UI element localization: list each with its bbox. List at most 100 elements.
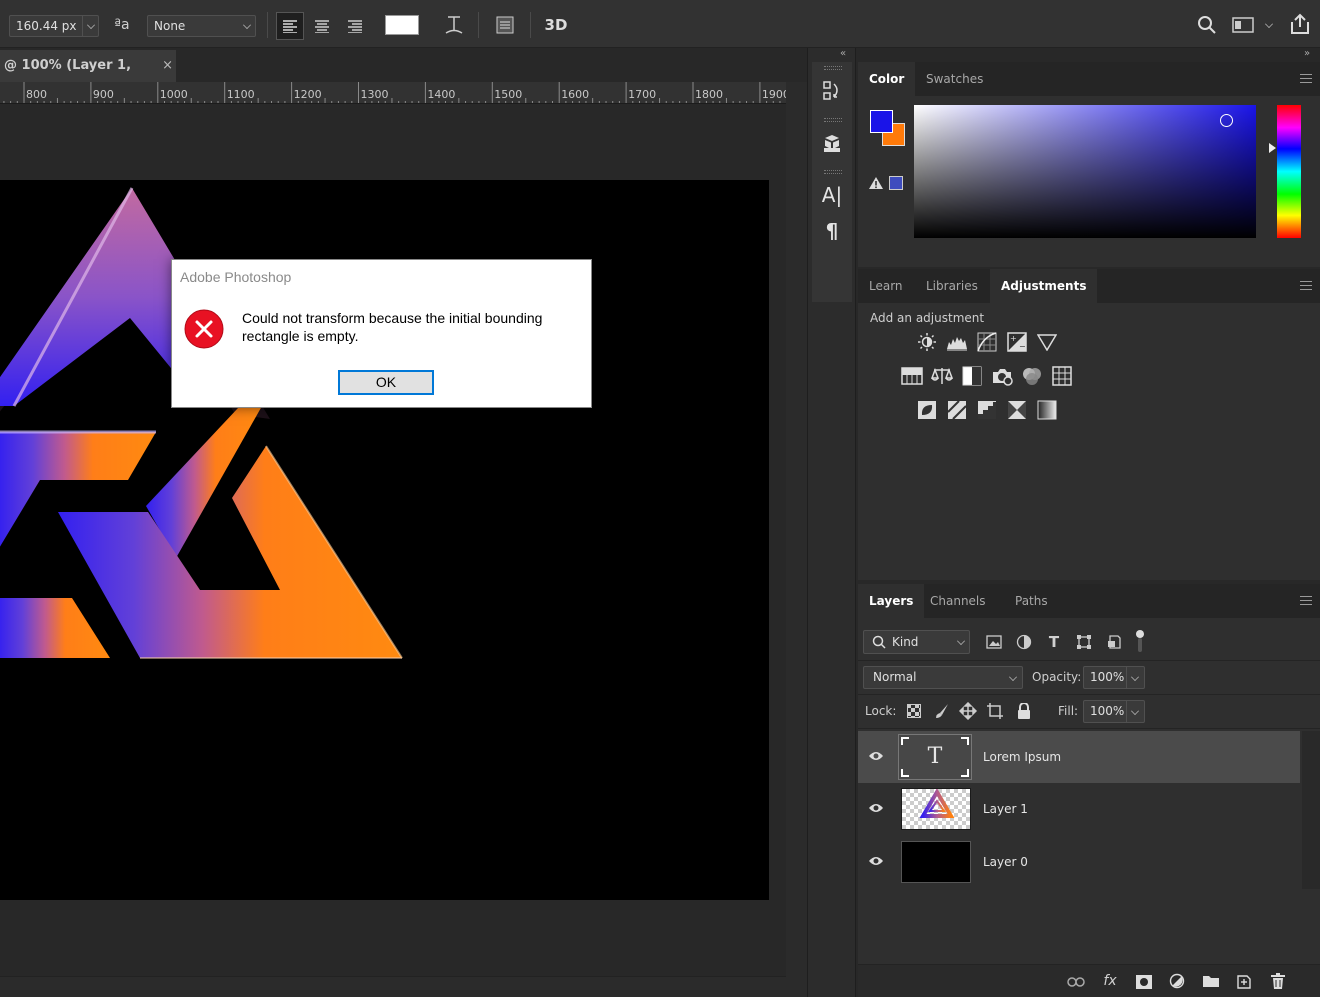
tab-learn[interactable]: Learn <box>858 269 914 303</box>
grip-handle[interactable] <box>824 66 842 70</box>
vibrance-icon[interactable] <box>1036 331 1058 353</box>
lock-image-pixels-icon[interactable] <box>931 700 953 722</box>
brightness-contrast-icon[interactable] <box>916 331 938 353</box>
3d-panel-icon[interactable] <box>820 130 844 156</box>
gamut-swatch[interactable] <box>889 176 903 190</box>
color-lookup-icon[interactable] <box>1051 365 1073 387</box>
warp-text-button[interactable] <box>442 12 466 38</box>
opacity-field[interactable]: 100% <box>1083 666 1145 689</box>
share-button[interactable] <box>1287 10 1313 38</box>
layer-name[interactable]: Layer 1 <box>983 783 1028 835</box>
ok-button[interactable]: OK <box>338 370 434 395</box>
layer-row-layer-0[interactable]: Layer 0 <box>858 836 1300 888</box>
grip-handle[interactable] <box>824 118 842 122</box>
fill-field[interactable]: 100% <box>1083 700 1145 723</box>
document-tab[interactable]: @ 100% (Layer 1, RGB/8) × <box>0 50 176 105</box>
color-picker-marker[interactable] <box>1220 114 1233 127</box>
history-icon[interactable] <box>820 78 844 104</box>
character-icon[interactable]: A| <box>820 182 844 208</box>
visibility-eye-icon[interactable] <box>868 855 884 867</box>
text-color-swatch[interactable] <box>385 15 419 35</box>
tab-layers[interactable]: Layers <box>858 584 925 618</box>
layer-filter-kind-select[interactable]: Kind <box>863 630 970 654</box>
panel-menu-icon[interactable] <box>1300 281 1312 290</box>
chevron-down-icon[interactable] <box>1131 673 1139 681</box>
align-left-button[interactable] <box>276 12 304 40</box>
layer-name[interactable]: Lorem Ipsum <box>983 731 1061 783</box>
align-center-button[interactable] <box>308 12 336 40</box>
ruler-tick-label: 900 <box>93 88 114 101</box>
filter-adjustment-icon[interactable] <box>1013 631 1035 653</box>
filter-kind-value: Kind <box>892 635 919 649</box>
posterize-icon[interactable] <box>946 399 968 421</box>
curves-icon[interactable] <box>976 331 998 353</box>
add-mask-icon[interactable] <box>1133 971 1155 993</box>
chevron-down-icon[interactable] <box>1265 20 1273 28</box>
channel-mixer-icon[interactable] <box>1021 365 1043 387</box>
character-panel-button[interactable] <box>492 12 518 38</box>
tab-libraries[interactable]: Libraries <box>915 269 989 303</box>
invert-icon[interactable] <box>916 399 938 421</box>
filter-smart-object-icon[interactable] <box>1103 631 1125 653</box>
tab-channels[interactable]: Channels <box>919 584 997 618</box>
tab-color[interactable]: Color <box>858 62 916 96</box>
vertical-scrollbar[interactable] <box>786 82 807 997</box>
delete-layer-icon[interactable] <box>1267 970 1289 992</box>
font-size-field[interactable]: 160.44 px <box>9 15 99 37</box>
chevron-down-icon[interactable] <box>1131 707 1139 715</box>
paragraph-icon[interactable]: ¶ <box>820 218 844 244</box>
layer-row-lorem-ipsum[interactable]: T Lorem Ipsum <box>858 731 1300 783</box>
filter-type-icon[interactable]: T <box>1043 631 1065 653</box>
panel-menu-icon[interactable] <box>1300 74 1312 83</box>
collapse-panels-icon[interactable]: « <box>840 48 846 59</box>
panel-menu-icon[interactable] <box>1300 596 1312 605</box>
tab-adjustments[interactable]: Adjustments <box>990 269 1098 303</box>
visibility-eye-icon[interactable] <box>868 802 884 814</box>
blend-mode-select[interactable]: Normal <box>863 666 1023 689</box>
new-layer-icon[interactable] <box>1233 970 1255 992</box>
layer-row-layer-1[interactable]: Layer 1 <box>858 783 1300 835</box>
visibility-eye-icon[interactable] <box>868 750 884 762</box>
filter-toggle[interactable] <box>1135 630 1145 654</box>
levels-icon[interactable] <box>946 331 968 353</box>
grip-handle[interactable] <box>824 170 842 174</box>
photo-filter-icon[interactable] <box>991 365 1013 387</box>
lock-artboard-icon[interactable] <box>984 700 1006 722</box>
gamut-warning-icon[interactable] <box>868 176 884 193</box>
close-tab-icon[interactable]: × <box>162 50 173 82</box>
align-right-button[interactable] <box>341 12 369 40</box>
hue-saturation-icon[interactable] <box>901 365 923 387</box>
new-adjustment-layer-icon[interactable] <box>1166 970 1188 992</box>
gradient-map-icon[interactable] <box>1036 399 1058 421</box>
chevron-down-icon[interactable] <box>87 21 95 29</box>
lock-transparent-pixels-icon[interactable] <box>903 700 925 722</box>
layer-name[interactable]: Layer 0 <box>983 836 1028 888</box>
workspace-button[interactable] <box>1230 12 1256 38</box>
threshold-icon[interactable] <box>976 399 998 421</box>
layers-scrollbar[interactable] <box>1302 731 1320 889</box>
tab-swatches[interactable]: Swatches <box>915 62 994 96</box>
lock-position-icon[interactable] <box>957 700 979 722</box>
filter-pixel-icon[interactable] <box>983 631 1005 653</box>
tab-paths[interactable]: Paths <box>1004 584 1059 618</box>
layer-style-button[interactable]: fx <box>1099 970 1121 992</box>
color-balance-icon[interactable] <box>931 365 953 387</box>
selective-color-icon[interactable] <box>1006 399 1028 421</box>
black-white-icon[interactable] <box>961 365 983 387</box>
foreground-color-swatch[interactable] <box>870 110 893 133</box>
filter-shape-icon[interactable] <box>1073 631 1095 653</box>
3d-button[interactable]: 3D <box>542 12 570 38</box>
anti-alias-select[interactable]: None <box>147 15 256 37</box>
hue-slider-arrow-icon[interactable] <box>1269 143 1276 153</box>
exposure-icon[interactable]: + − <box>1006 331 1028 353</box>
color-field[interactable] <box>914 105 1256 238</box>
search-icon <box>1198 16 1216 34</box>
canvas-area[interactable] <box>0 104 786 976</box>
link-layers-icon[interactable] <box>1065 971 1087 993</box>
expand-panels-icon[interactable]: » <box>1304 48 1310 59</box>
hue-slider[interactable] <box>1277 105 1301 238</box>
search-button[interactable] <box>1194 12 1220 38</box>
new-group-icon[interactable] <box>1200 970 1222 992</box>
horizontal-scrollbar[interactable] <box>0 976 786 997</box>
lock-all-icon[interactable] <box>1013 700 1035 722</box>
